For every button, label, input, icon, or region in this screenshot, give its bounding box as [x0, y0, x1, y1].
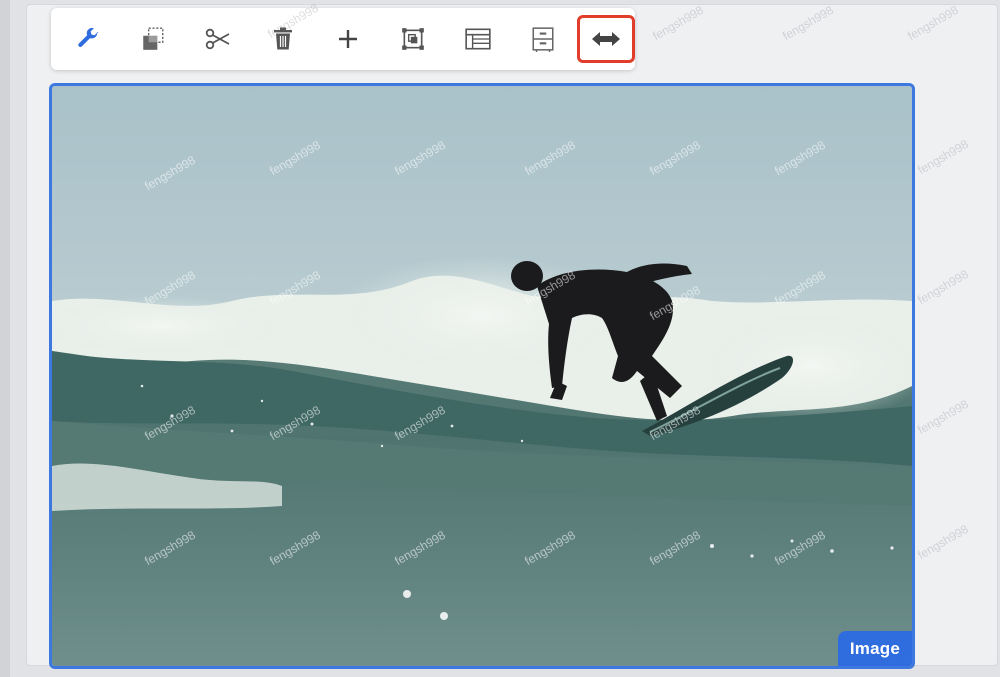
image-toolbar — [51, 8, 635, 70]
editor-frame: fengsh998 fengsh998 fengsh998 fengsh998 … — [0, 0, 1000, 677]
select-object-icon — [400, 26, 426, 52]
wrench-icon — [75, 26, 101, 52]
resize-width-tool-button[interactable] — [577, 15, 635, 63]
plus-icon — [337, 28, 359, 50]
select-object-tool-button[interactable] — [380, 13, 445, 65]
scissors-icon — [204, 26, 232, 52]
delete-tool-button[interactable] — [250, 13, 315, 65]
table-icon — [464, 26, 492, 52]
add-tool-button[interactable] — [315, 13, 380, 65]
crop-icon — [140, 26, 166, 52]
table-tool-button[interactable] — [445, 13, 510, 65]
crop-tool-button[interactable] — [120, 13, 185, 65]
cabinet-icon — [531, 26, 555, 52]
trash-icon — [271, 26, 295, 52]
surfer-photo — [52, 86, 912, 666]
cut-tool-button[interactable] — [185, 13, 250, 65]
wrench-tool-button[interactable] — [55, 13, 120, 65]
resize-horizontal-icon — [591, 29, 621, 49]
left-edge — [0, 0, 10, 677]
image-type-badge: Image — [837, 631, 912, 666]
cabinet-tool-button[interactable] — [510, 13, 575, 65]
selected-image-block[interactable]: fengsh998 fengsh998 fengsh998 fengsh998 … — [49, 83, 915, 669]
